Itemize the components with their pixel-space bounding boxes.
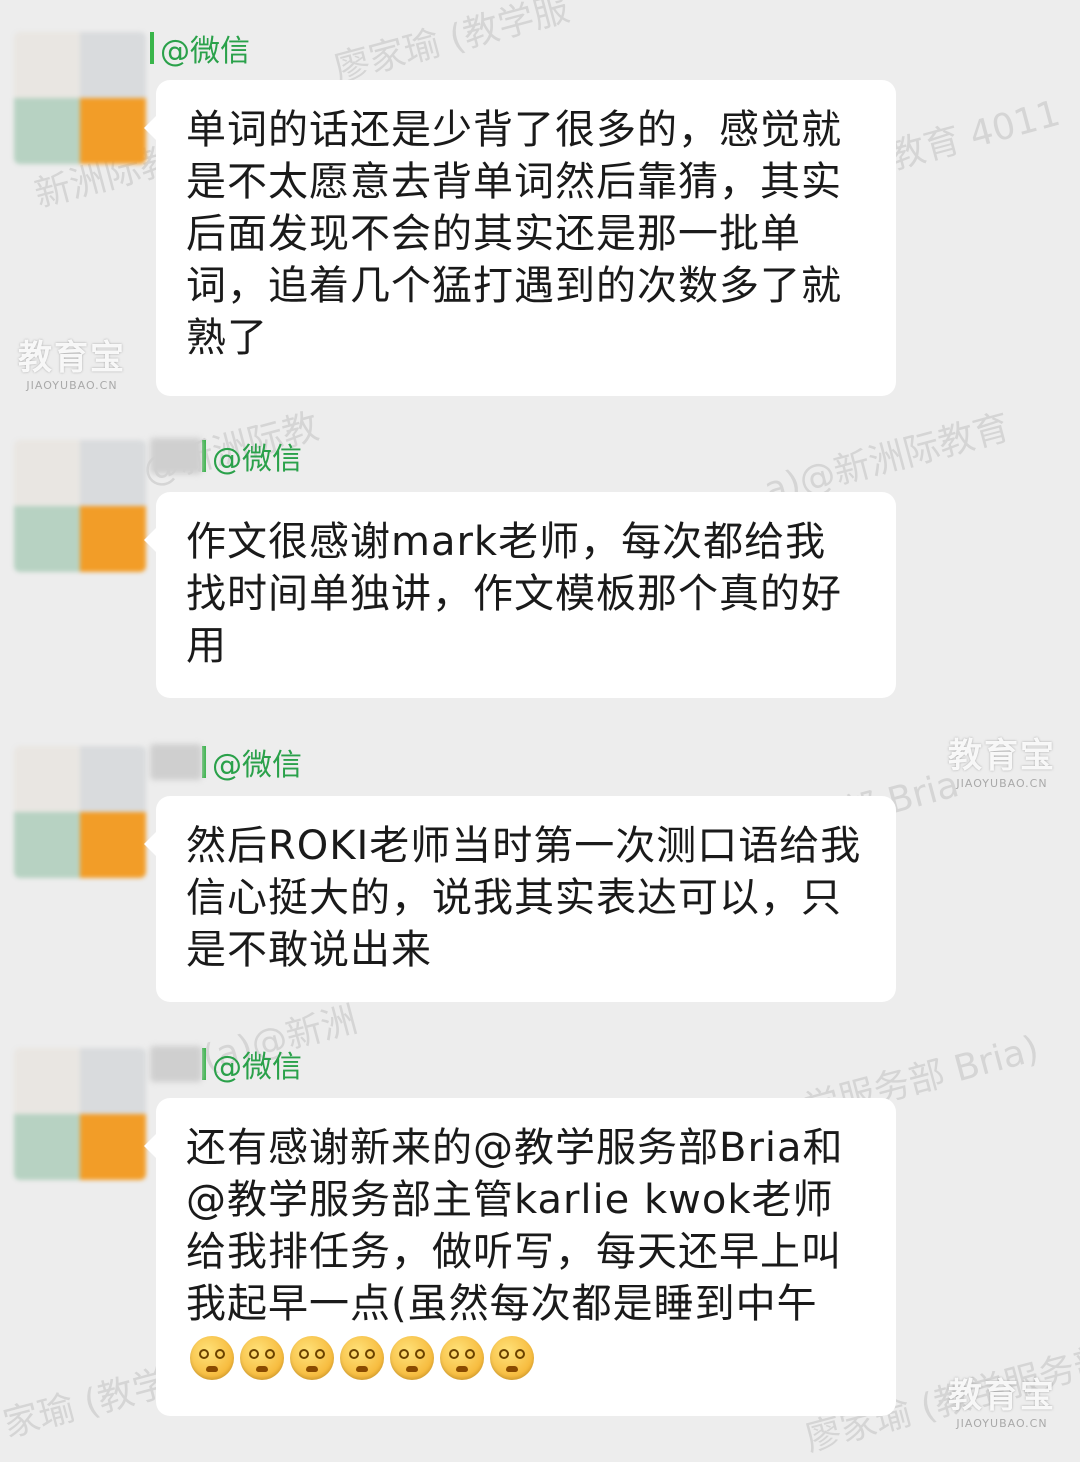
sender-name: @微信 bbox=[150, 1042, 302, 1086]
sender-name: @微信 bbox=[150, 26, 250, 70]
sender-name: @微信 bbox=[150, 434, 302, 478]
site-logo: 教育宝 JIAOYUBAO.CN bbox=[948, 736, 1056, 790]
site-logo: 教育宝 JIAOYUBAO.CN bbox=[948, 1376, 1056, 1430]
dizzy-face-emoji bbox=[390, 1336, 434, 1380]
dizzy-face-emoji bbox=[440, 1336, 484, 1380]
message-text: 作文很感谢mark老师，每次都给我找时间单独讲，作文模板那个真的好用 bbox=[186, 519, 842, 669]
avatar[interactable] bbox=[14, 1048, 146, 1180]
site-logo: 教育宝 JIAOYUBAO.CN bbox=[18, 338, 126, 392]
dizzy-face-emoji bbox=[340, 1336, 384, 1380]
sender-label: @微信 bbox=[212, 748, 302, 783]
message-bubble[interactable]: 单词的话还是少背了很多的，感觉就是不太愿意去背单词然后靠猜，其实后面发现不会的其… bbox=[144, 80, 896, 396]
avatar[interactable] bbox=[14, 746, 146, 878]
avatar[interactable] bbox=[14, 32, 146, 164]
emoji-row bbox=[190, 1336, 534, 1380]
message-text: 还有感谢新来的@教学服务部Bria和@教学服务部主管karlie kwok老师给… bbox=[186, 1125, 844, 1327]
watermark: 廖家瑜 (教学服 bbox=[329, 0, 574, 91]
message-text: 然后ROKI老师当时第一次测口语给我信心挺大的，说我其实表达可以，只是不敢说出来 bbox=[186, 823, 862, 973]
sender-label: @微信 bbox=[212, 1050, 302, 1085]
message-text: 单词的话还是少背了很多的，感觉就是不太愿意去背单词然后靠猜，其实后面发现不会的其… bbox=[186, 107, 842, 361]
dizzy-face-emoji bbox=[490, 1336, 534, 1380]
dizzy-face-emoji bbox=[240, 1336, 284, 1380]
message-bubble[interactable]: 还有感谢新来的@教学服务部Bria和@教学服务部主管karlie kwok老师给… bbox=[144, 1098, 896, 1416]
avatar[interactable] bbox=[14, 440, 146, 572]
message-bubble[interactable]: 作文很感谢mark老师，每次都给我找时间单独讲，作文模板那个真的好用 bbox=[144, 492, 896, 698]
message-bubble[interactable]: 然后ROKI老师当时第一次测口语给我信心挺大的，说我其实表达可以，只是不敢说出来 bbox=[144, 796, 896, 1002]
sender-label: @微信 bbox=[160, 34, 250, 69]
sender-name: @微信 bbox=[150, 740, 302, 784]
dizzy-face-emoji bbox=[190, 1336, 234, 1380]
sender-label: @微信 bbox=[212, 442, 302, 477]
dizzy-face-emoji bbox=[290, 1336, 334, 1380]
